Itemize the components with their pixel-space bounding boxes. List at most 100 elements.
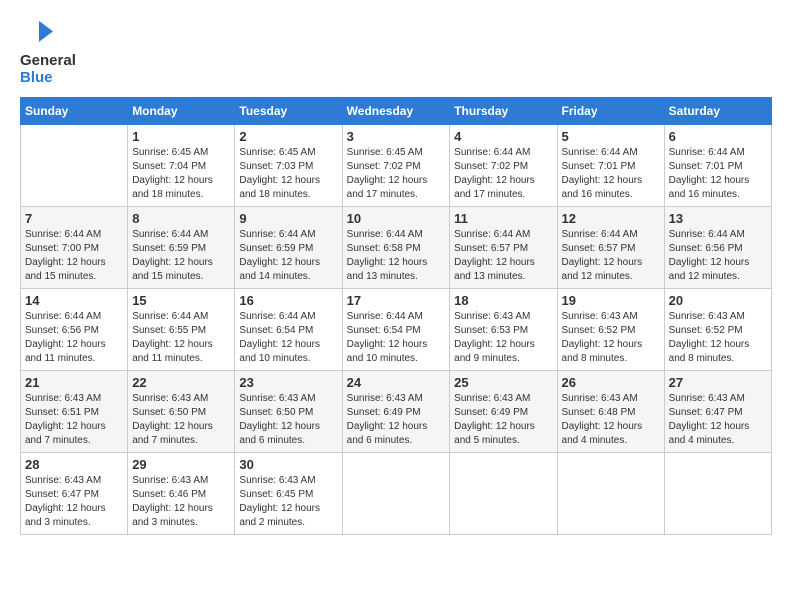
day-info: Sunrise: 6:44 AM Sunset: 7:02 PM Dayligh… [454,146,552,202]
calendar-cell: 16 Sunrise: 6:44 AM Sunset: 6:54 PM Dayli… [235,288,342,370]
day-info: Sunrise: 6:45 AM Sunset: 7:04 PM Dayligh… [132,146,230,202]
day-info: Sunrise: 6:43 AM Sunset: 6:50 PM Dayligh… [239,392,337,448]
day-number: 22 [132,375,230,390]
day-info: Sunrise: 6:43 AM Sunset: 6:49 PM Dayligh… [454,392,552,448]
calendar-cell: 3 Sunrise: 6:45 AM Sunset: 7:02 PM Daylig… [342,124,450,206]
calendar-cell: 8 Sunrise: 6:44 AM Sunset: 6:59 PM Daylig… [128,206,235,288]
day-number: 15 [132,293,230,308]
day-info: Sunrise: 6:44 AM Sunset: 6:56 PM Dayligh… [25,310,123,366]
day-number: 30 [239,457,337,472]
day-info: Sunrise: 6:45 AM Sunset: 7:02 PM Dayligh… [347,146,446,202]
day-info: Sunrise: 6:43 AM Sunset: 6:52 PM Dayligh… [562,310,660,366]
col-header-tuesday: Tuesday [235,97,342,124]
calendar-cell: 15 Sunrise: 6:44 AM Sunset: 6:55 PM Dayli… [128,288,235,370]
col-header-saturday: Saturday [664,97,771,124]
day-info: Sunrise: 6:44 AM Sunset: 6:58 PM Dayligh… [347,228,446,284]
calendar-cell [557,452,664,534]
day-info: Sunrise: 6:43 AM Sunset: 6:47 PM Dayligh… [669,392,767,448]
day-info: Sunrise: 6:44 AM Sunset: 6:54 PM Dayligh… [239,310,337,366]
day-number: 24 [347,375,446,390]
col-header-wednesday: Wednesday [342,97,450,124]
calendar-cell: 9 Sunrise: 6:44 AM Sunset: 6:59 PM Daylig… [235,206,342,288]
calendar-cell: 18 Sunrise: 6:43 AM Sunset: 6:53 PM Dayli… [450,288,557,370]
day-number: 5 [562,129,660,144]
calendar-cell [664,452,771,534]
calendar-cell: 2 Sunrise: 6:45 AM Sunset: 7:03 PM Daylig… [235,124,342,206]
calendar-cell: 12 Sunrise: 6:44 AM Sunset: 6:57 PM Dayli… [557,206,664,288]
calendar-cell: 6 Sunrise: 6:44 AM Sunset: 7:01 PM Daylig… [664,124,771,206]
day-info: Sunrise: 6:44 AM Sunset: 6:54 PM Dayligh… [347,310,446,366]
calendar-cell: 24 Sunrise: 6:43 AM Sunset: 6:49 PM Dayli… [342,370,450,452]
day-number: 26 [562,375,660,390]
calendar-cell [342,452,450,534]
day-info: Sunrise: 6:43 AM Sunset: 6:47 PM Dayligh… [25,474,123,530]
col-header-sunday: Sunday [21,97,128,124]
day-info: Sunrise: 6:44 AM Sunset: 6:56 PM Dayligh… [669,228,767,284]
day-info: Sunrise: 6:44 AM Sunset: 6:57 PM Dayligh… [562,228,660,284]
day-number: 4 [454,129,552,144]
col-header-thursday: Thursday [450,97,557,124]
calendar-cell: 19 Sunrise: 6:43 AM Sunset: 6:52 PM Dayli… [557,288,664,370]
day-info: Sunrise: 6:43 AM Sunset: 6:45 PM Dayligh… [239,474,337,530]
calendar-cell: 22 Sunrise: 6:43 AM Sunset: 6:50 PM Dayli… [128,370,235,452]
day-number: 21 [25,375,123,390]
day-number: 1 [132,129,230,144]
day-number: 7 [25,211,123,226]
day-number: 12 [562,211,660,226]
day-number: 13 [669,211,767,226]
day-info: Sunrise: 6:44 AM Sunset: 6:59 PM Dayligh… [239,228,337,284]
calendar-cell: 5 Sunrise: 6:44 AM Sunset: 7:01 PM Daylig… [557,124,664,206]
day-number: 8 [132,211,230,226]
day-number: 29 [132,457,230,472]
day-number: 27 [669,375,767,390]
day-number: 28 [25,457,123,472]
day-info: Sunrise: 6:43 AM Sunset: 6:46 PM Dayligh… [132,474,230,530]
day-info: Sunrise: 6:44 AM Sunset: 7:01 PM Dayligh… [669,146,767,202]
calendar-cell: 30 Sunrise: 6:43 AM Sunset: 6:45 PM Dayli… [235,452,342,534]
calendar-table: SundayMondayTuesdayWednesdayThursdayFrid… [20,97,772,535]
day-number: 3 [347,129,446,144]
calendar-cell [450,452,557,534]
day-number: 11 [454,211,552,226]
calendar-cell: 29 Sunrise: 6:43 AM Sunset: 6:46 PM Dayli… [128,452,235,534]
calendar-cell: 10Sunrise: 6:44 AM Sunset: 6:58 PM Dayli… [342,206,450,288]
day-number: 18 [454,293,552,308]
day-number: 16 [239,293,337,308]
logo: GeneralBlue [20,20,76,87]
logo-general: General [20,52,76,69]
day-info: Sunrise: 6:44 AM Sunset: 7:01 PM Dayligh… [562,146,660,202]
day-info: Sunrise: 6:43 AM Sunset: 6:53 PM Dayligh… [454,310,552,366]
page-header: GeneralBlue [20,20,772,87]
col-header-monday: Monday [128,97,235,124]
logo-blue: Blue [20,69,76,86]
day-info: Sunrise: 6:43 AM Sunset: 6:48 PM Dayligh… [562,392,660,448]
day-info: Sunrise: 6:43 AM Sunset: 6:49 PM Dayligh… [347,392,446,448]
day-info: Sunrise: 6:44 AM Sunset: 6:55 PM Dayligh… [132,310,230,366]
day-info: Sunrise: 6:44 AM Sunset: 6:59 PM Dayligh… [132,228,230,284]
calendar-cell: 4 Sunrise: 6:44 AM Sunset: 7:02 PM Daylig… [450,124,557,206]
calendar-cell: 26 Sunrise: 6:43 AM Sunset: 6:48 PM Dayli… [557,370,664,452]
day-number: 9 [239,211,337,226]
day-number: 19 [562,293,660,308]
calendar-cell: 23 Sunrise: 6:43 AM Sunset: 6:50 PM Dayli… [235,370,342,452]
day-number: 6 [669,129,767,144]
day-info: Sunrise: 6:43 AM Sunset: 6:52 PM Dayligh… [669,310,767,366]
day-number: 2 [239,129,337,144]
col-header-friday: Friday [557,97,664,124]
calendar-cell [21,124,128,206]
calendar-cell: 14Sunrise: 6:44 AM Sunset: 6:56 PM Dayli… [21,288,128,370]
calendar-cell: 27 Sunrise: 6:43 AM Sunset: 6:47 PM Dayli… [664,370,771,452]
calendar-cell: 20Sunrise: 6:43 AM Sunset: 6:52 PM Dayli… [664,288,771,370]
day-number: 23 [239,375,337,390]
calendar-cell: 1 Sunrise: 6:45 AM Sunset: 7:04 PM Daylig… [128,124,235,206]
calendar-cell: 28 Sunrise: 6:43 AM Sunset: 6:47 PM Dayli… [21,452,128,534]
day-info: Sunrise: 6:45 AM Sunset: 7:03 PM Dayligh… [239,146,337,202]
day-number: 25 [454,375,552,390]
day-info: Sunrise: 6:43 AM Sunset: 6:50 PM Dayligh… [132,392,230,448]
day-info: Sunrise: 6:44 AM Sunset: 7:00 PM Dayligh… [25,228,123,284]
calendar-cell: 13 Sunrise: 6:44 AM Sunset: 6:56 PM Dayli… [664,206,771,288]
calendar-cell: 25 Sunrise: 6:43 AM Sunset: 6:49 PM Dayli… [450,370,557,452]
calendar-cell: 7 Sunrise: 6:44 AM Sunset: 7:00 PM Daylig… [21,206,128,288]
day-info: Sunrise: 6:43 AM Sunset: 6:51 PM Dayligh… [25,392,123,448]
calendar-cell: 11Sunrise: 6:44 AM Sunset: 6:57 PM Dayli… [450,206,557,288]
